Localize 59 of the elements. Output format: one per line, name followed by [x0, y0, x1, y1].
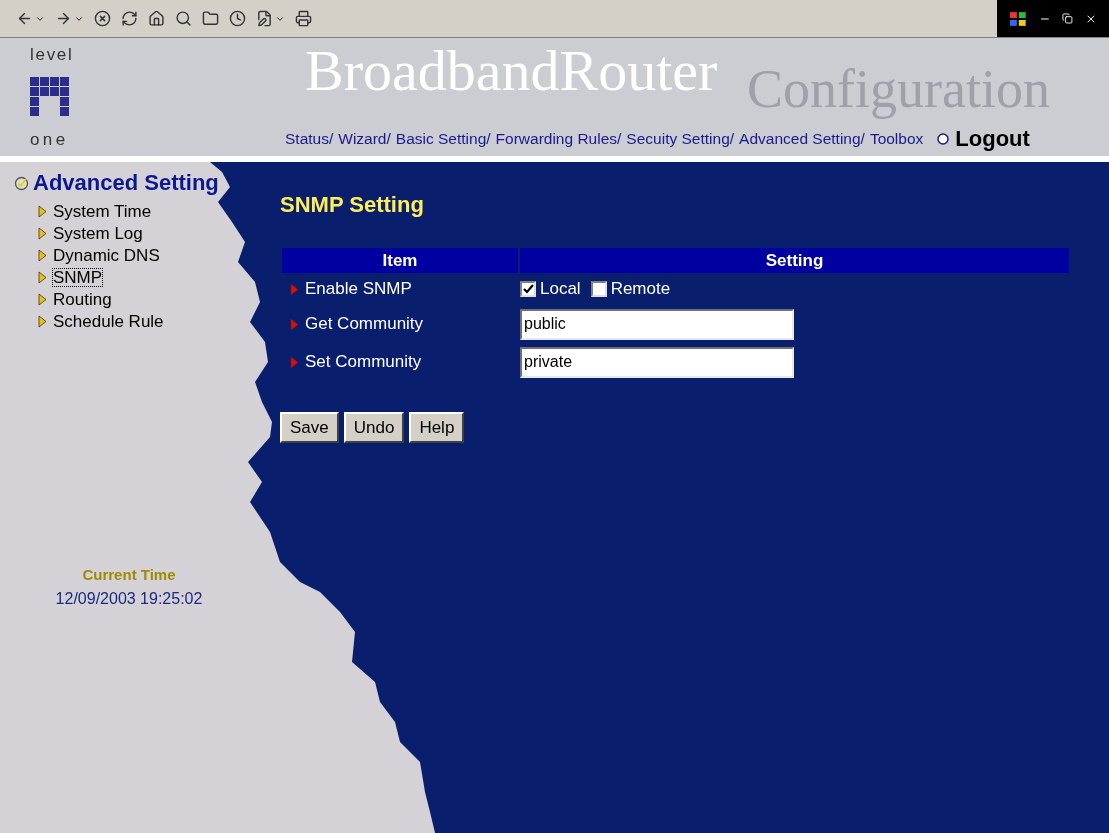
current-time-value: 12/09/2003 19:25:02 — [55, 588, 203, 609]
checkbox-label: Local — [540, 278, 581, 301]
sidebar-item[interactable]: Routing — [53, 290, 112, 308]
nav-link[interactable]: Basic Setting/ — [395, 126, 491, 151]
close-icon[interactable] — [1085, 12, 1097, 25]
row-label: Set Community — [305, 351, 422, 374]
checkbox[interactable] — [590, 281, 607, 297]
logo-grid-icon — [30, 77, 70, 117]
restore-icon[interactable] — [1062, 13, 1074, 24]
sidebar-item[interactable]: System Time — [53, 202, 152, 220]
checkbox[interactable] — [520, 281, 536, 297]
text-field[interactable]: private — [520, 346, 794, 378]
logo-text: one — [30, 131, 69, 148]
sidebar-item[interactable]: SNMP — [53, 268, 103, 286]
nav-link[interactable]: Secuity Setting/ — [626, 126, 735, 151]
triangle-bullet-icon — [38, 270, 47, 284]
text-field[interactable]: public — [520, 308, 794, 340]
triangle-bullet-icon — [290, 282, 299, 296]
folder-icon[interactable] — [202, 10, 219, 27]
triangle-bullet-icon — [290, 355, 299, 369]
form-button[interactable]: Undo — [343, 412, 405, 443]
column-header: Item — [282, 248, 518, 273]
forward-arrow-icon[interactable] — [55, 10, 72, 27]
radio-circle-icon — [936, 131, 951, 146]
nav-link[interactable]: Toolbox — [869, 126, 924, 151]
sidebar-item[interactable]: System Log — [53, 224, 143, 242]
nav-link[interactable]: Wizard/ — [338, 126, 391, 151]
triangle-bullet-icon — [38, 248, 47, 262]
sidebar-item[interactable]: Schedule Rule — [53, 312, 164, 330]
form-button[interactable]: Save — [280, 412, 339, 443]
stop-icon[interactable] — [94, 10, 111, 27]
triangle-bullet-icon — [38, 226, 47, 240]
home-icon[interactable] — [148, 10, 165, 27]
row-label: Get Community — [305, 313, 424, 336]
row-label: Enable SNMP — [305, 278, 412, 301]
edit-icon[interactable] — [256, 10, 273, 27]
nav-link[interactable]: Advanced Setting/ — [739, 126, 865, 151]
current-time-label: Current Time — [82, 565, 176, 585]
logo-text: level — [30, 46, 74, 63]
logout-link[interactable]: Logout — [955, 122, 1030, 155]
nav-link[interactable]: Forwarding Rules/ — [495, 126, 622, 151]
triangle-bullet-icon — [38, 292, 47, 306]
checkbox-label: Remote — [610, 278, 671, 301]
search-icon[interactable] — [175, 10, 192, 27]
triangle-bullet-icon — [38, 314, 47, 328]
triangle-bullet-icon — [290, 317, 299, 331]
form-button[interactable]: Help — [409, 412, 465, 443]
refresh-icon[interactable] — [121, 10, 138, 27]
sidebar-title: Advanced Setting — [33, 172, 219, 194]
printer-icon[interactable] — [295, 10, 312, 27]
triangle-bullet-icon — [38, 204, 47, 218]
check-circle-icon — [14, 175, 29, 191]
back-arrow-icon[interactable] — [16, 10, 33, 27]
sidebar-item[interactable]: Dynamic DNS — [53, 246, 160, 264]
clock-icon[interactable] — [229, 10, 246, 27]
nav-link[interactable]: Status/ — [285, 126, 334, 151]
windows-logo-icon — [1009, 10, 1027, 27]
column-header: Setting — [520, 248, 1069, 273]
page-title: SNMP Setting — [280, 191, 425, 219]
